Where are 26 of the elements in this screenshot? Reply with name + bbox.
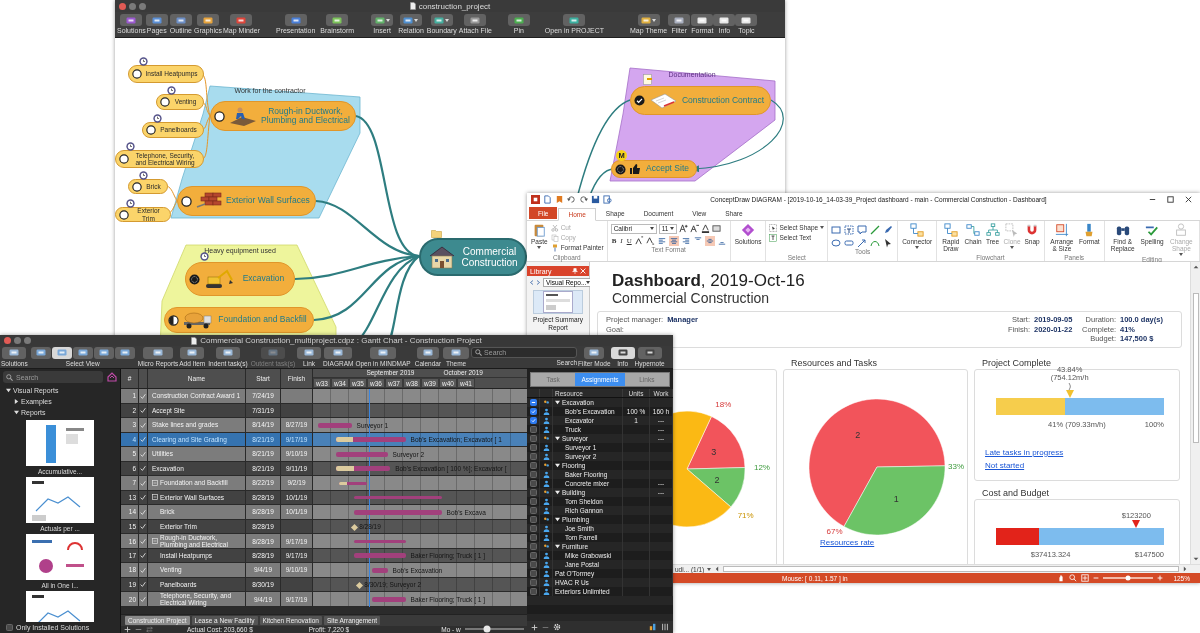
percent-label: 71%: [737, 510, 754, 520]
link[interactable]: Not started: [985, 460, 1025, 470]
topic-label: Construction Contract: [681, 95, 765, 106]
percent-label: 33%: [948, 461, 964, 471]
panel-title: Cost and Budget: [981, 486, 1051, 499]
link[interactable]: Resources rate: [820, 537, 875, 547]
topic-label: Rough-in Ductwork, Plumbing and Electrical: [261, 106, 350, 126]
data-label: 2: [855, 429, 861, 440]
data-label: 3: [711, 446, 717, 456]
dashboard-subtitle: Commercial Construction: [612, 290, 771, 307]
panel-title: Project Complete: [981, 356, 1053, 369]
percent-label: 18%: [715, 399, 732, 409]
data-label: 2: [714, 474, 720, 485]
window-title: construction_project: [418, 1, 491, 11]
window-title: Commercial Construction_multiproject.cdpz : Gantt Chart - Construction Project: [200, 336, 482, 345]
topic-label: Accept Site: [645, 164, 690, 174]
data-label: 1: [893, 493, 899, 504]
topic-label: Exterior Wall Surfaces: [226, 196, 310, 206]
topic-label: Foundation and Backfill: [217, 315, 308, 325]
percent-label: 67%: [826, 526, 843, 536]
link[interactable]: Late tasks in progress: [985, 447, 1064, 457]
percent-label: 12%: [754, 462, 770, 472]
central-topic-label: Commercial Construction: [460, 246, 519, 268]
dashboard-title: Dashboard, 2019-Oct-16: [612, 271, 806, 290]
panel-title: Resources and Tasks: [790, 356, 878, 369]
topic-label: Excavation: [241, 274, 286, 284]
